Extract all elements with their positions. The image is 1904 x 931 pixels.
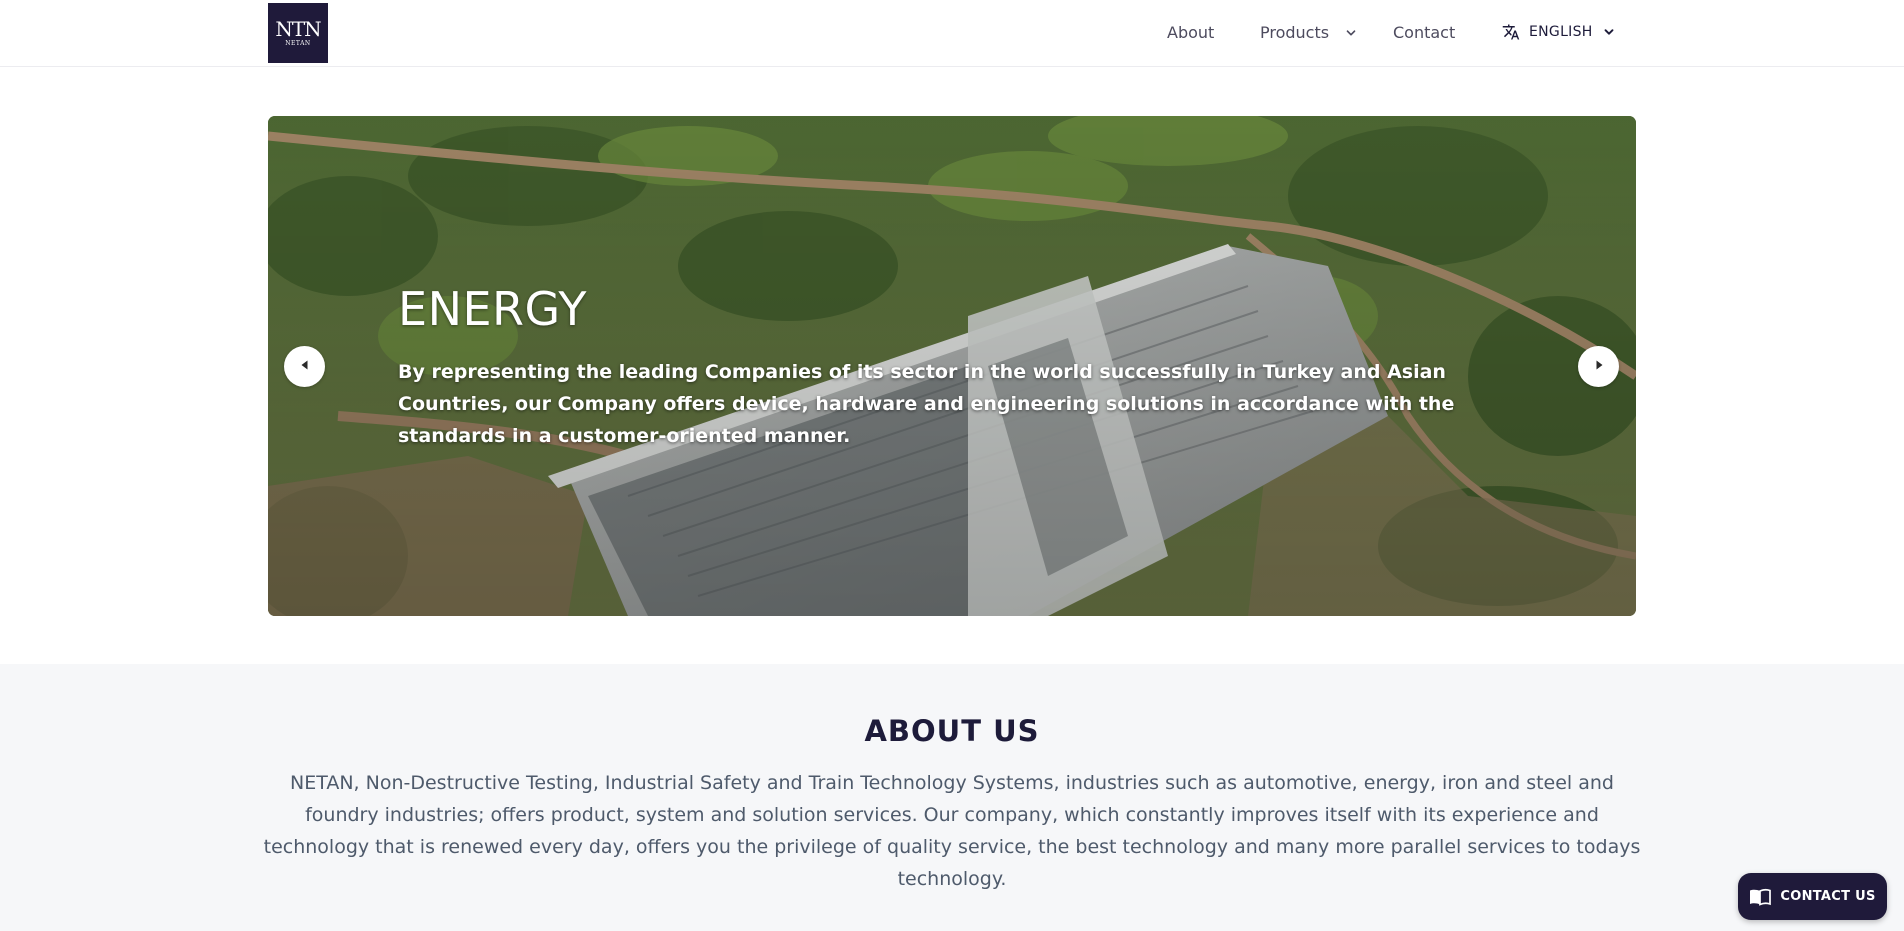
arrow-left-icon	[298, 357, 312, 376]
contact-us-button[interactable]: CONTACT US	[1738, 873, 1887, 920]
about-description: NETAN, Non-Destructive Testing, Industri…	[263, 772, 1641, 890]
about-title: ABOUT US	[864, 714, 1040, 748]
nav-products-dropdown[interactable]: Products	[1260, 23, 1357, 42]
language-selector[interactable]: ENGLISH	[1502, 23, 1615, 41]
chevron-down-icon	[1603, 26, 1615, 38]
nav-about-link[interactable]: About	[1167, 23, 1214, 42]
carousel-next-button[interactable]	[1578, 346, 1619, 387]
about-section: ABOUT US NETAN, Non-Destructive Testing,…	[0, 664, 1904, 931]
site-header: NTN NETAN About Products Contact ENGLISH	[0, 0, 1904, 67]
chevron-down-icon	[1345, 27, 1357, 39]
logo-mark: NTN	[275, 16, 321, 41]
nav-products-label: Products	[1260, 23, 1330, 42]
contact-us-label: CONTACT US	[1780, 889, 1876, 904]
hero-title: ENERGY	[398, 282, 587, 336]
hero-carousel: ENERGY By representing the leading Compa…	[268, 116, 1636, 616]
logo-subtext: NETAN	[285, 39, 311, 47]
netan-logo[interactable]: NTN NETAN	[268, 3, 328, 63]
nav-contact-link[interactable]: Contact	[1393, 23, 1455, 42]
arrow-right-icon	[1592, 357, 1606, 376]
hero-description: By representing the leading Companies of…	[398, 361, 1455, 447]
language-label: ENGLISH	[1529, 24, 1593, 40]
translate-icon	[1502, 23, 1520, 41]
book-icon	[1749, 888, 1772, 906]
carousel-prev-button[interactable]	[284, 346, 325, 387]
